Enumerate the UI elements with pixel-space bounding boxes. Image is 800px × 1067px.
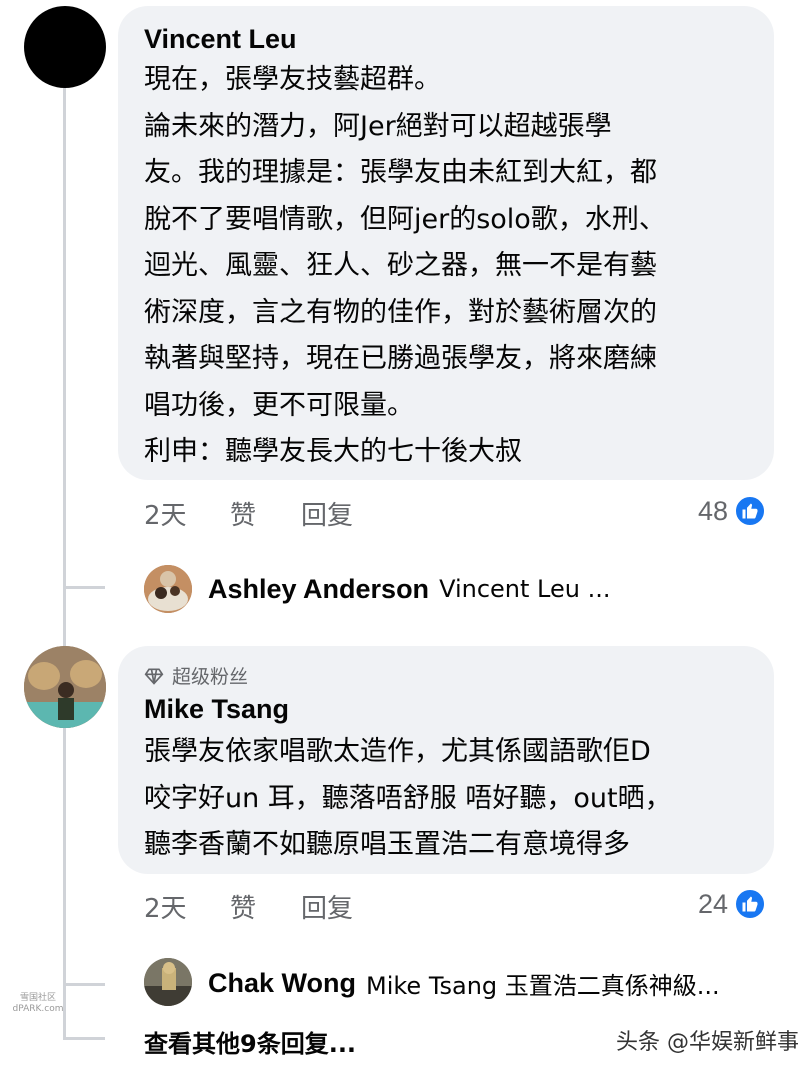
diamond-icon [144,668,164,685]
reaction-number: 48 [698,495,729,526]
reply-button[interactable]: 回复 [301,495,353,532]
reaction-number: 24 [698,888,729,919]
comment-line: 張學友依家唱歌太造作，尤其係國語歌佢D [144,736,651,767]
reaction-count[interactable]: 48 [698,491,767,531]
reply-text: Mike Tsang 玉置浩二真係神級... [366,971,720,1000]
reply-preview[interactable]: Ashley Anderson Vincent Leu ... [208,570,778,608]
comment-line: 友。我的理據是：張學友由未紅到大紅，都 [144,157,657,188]
watermark-small: 雪国社区 dPARK.com [6,993,70,1015]
comment-line: 現在，張學友技藝超群。 [144,64,441,95]
comment-meta: 2天 赞 回复 [144,493,353,533]
like-button[interactable]: 赞 [230,888,301,925]
thumbs-up-icon [734,495,767,527]
comment-line: 迴光、風靈、狂人、砂之器，無一不是有藝 [144,250,657,281]
like-button[interactable]: 赞 [230,495,301,532]
reaction-count[interactable]: 24 [698,884,767,924]
comment-line: 利申：聽學友長大的七十後大叔 [144,436,522,467]
badge-label: 超级粉丝 [172,666,249,688]
thread-connector [63,586,105,589]
avatar[interactable] [24,6,106,88]
avatar[interactable] [144,958,192,1006]
watermark-small-line: dPARK.com [12,1004,64,1014]
comment-author[interactable]: Mike Tsang [144,694,289,725]
comment-line: 唱功後，更不可限量。 [144,389,414,421]
comment-text: 現在，張學友技藝超群。 論未來的潛力，阿Jer絕對可以超越張學 友。我的理據是：… [144,57,666,476]
timestamp[interactable]: 2天 [144,888,230,925]
avatar[interactable] [24,646,106,728]
view-more-replies-link[interactable]: 查看其他9条回复... [144,1024,356,1059]
reply-button[interactable]: 回复 [301,888,353,925]
comment-line: 術深度，言之有物的佳作，對於藝術層次的 [144,296,657,328]
comment-line: 論未來的潛力，阿Jer絕對可以超越張學 [144,110,612,142]
comment-meta: 2天 赞 回复 [144,886,353,926]
watermark-small-line: 雪国社区 [19,993,56,1003]
comment-text: 張學友依家唱歌太造作，尤其係國語歌佢D 咬字好un 耳，聽落唔舒服 唔好聽，ou… [144,729,672,869]
reply-author[interactable]: Chak Wong [208,968,356,999]
comment-line: 聽李香蘭不如聽原唱玉置浩二有意境得多 [144,829,630,860]
comment-line: 咬字好un 耳，聽落唔舒服 唔好聽，out晒， [144,782,672,814]
reply-author[interactable]: Ashley Anderson [208,574,429,605]
avatar[interactable] [144,565,192,613]
watermark: 头条 @华娱新鲜事 [616,1030,799,1055]
thread-connector [63,1037,105,1040]
comment-line: 執著與堅持，現在已勝過張學友，將來磨練 [144,343,657,374]
thread-connector [63,983,105,986]
thread-line [63,88,66,1038]
reply-preview[interactable]: Chak Wong Mike Tsang 玉置浩二真係神級... [208,964,778,1002]
thumbs-up-icon [734,888,767,920]
comment-line: 脫不了要唱情歌，但阿jer的solo歌，水刑、 [144,203,666,235]
comment-author[interactable]: Vincent Leu [144,24,297,55]
fan-badge: 超级粉丝 [144,662,248,689]
reply-text: Vincent Leu ... [439,575,611,603]
timestamp[interactable]: 2天 [144,495,230,532]
